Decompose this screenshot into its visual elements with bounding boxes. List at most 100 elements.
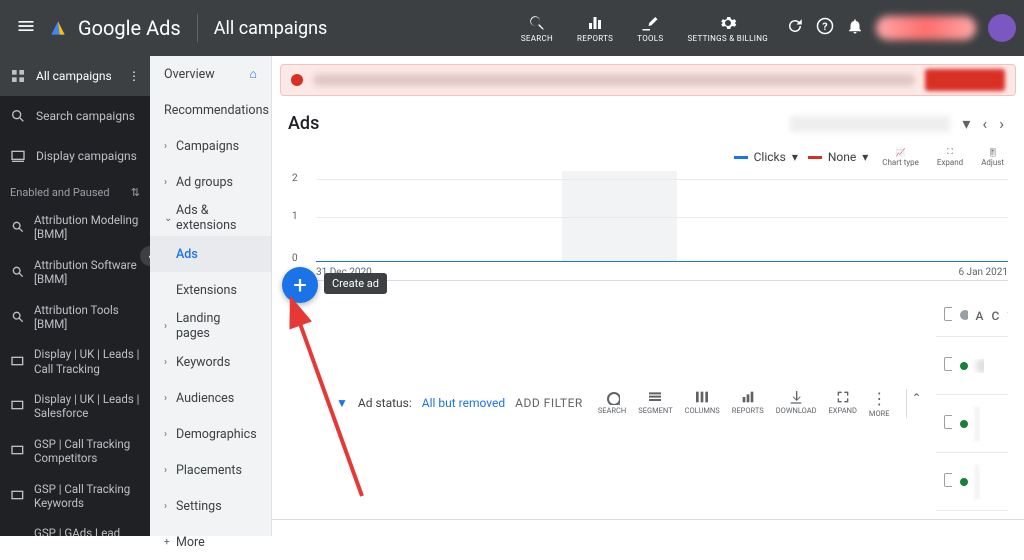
nav-overview[interactable]: Overview⌂ xyxy=(150,56,271,92)
create-ad-fab[interactable]: + xyxy=(282,267,318,303)
chevron-right-icon: › xyxy=(164,177,172,188)
filter-icon[interactable]: ▼ xyxy=(336,396,348,410)
nav-extensions[interactable]: Extensions xyxy=(150,272,271,308)
alert-action-button[interactable] xyxy=(925,69,1005,91)
nav-ads-extensions[interactable]: ⌄Ads & extensions xyxy=(150,200,271,236)
dropdown-icon[interactable]: ▾ xyxy=(958,110,974,137)
nav-recommendations[interactable]: Recommendations xyxy=(150,92,271,128)
filter-status-value[interactable]: All but removed xyxy=(422,396,505,410)
date-range-redacted[interactable] xyxy=(790,116,950,132)
nav-ads[interactable]: Ads xyxy=(150,236,271,272)
nav-demographics[interactable]: ›Demographics xyxy=(150,416,271,452)
table-columns[interactable]: Columns xyxy=(680,389,725,418)
table-more[interactable]: ⋮More xyxy=(864,389,895,418)
topbar-search[interactable]: Search xyxy=(511,8,563,49)
brand-text: Google Ads xyxy=(78,16,181,40)
metric-primary[interactable]: Clicks ▾ xyxy=(734,150,798,164)
metric-secondary[interactable]: None ▾ xyxy=(808,150,868,164)
fab-tooltip: Create ad xyxy=(324,273,387,294)
sidebar-display-campaigns[interactable]: Display campaigns xyxy=(0,136,150,176)
collapse-chart-icon[interactable]: ⌃ xyxy=(906,389,925,418)
table-segment[interactable]: Segment xyxy=(633,389,677,418)
help-icon[interactable]: ? xyxy=(816,17,834,39)
chevron-right-icon: › xyxy=(164,501,172,512)
table-row[interactable] xyxy=(936,337,1008,395)
col-campaign[interactable]: Campaign xyxy=(984,309,1000,323)
table-reports[interactable]: Reports xyxy=(727,389,769,418)
sort-icon[interactable]: ⇅ xyxy=(131,186,140,199)
alert-banner[interactable] xyxy=(280,64,1016,96)
campaign-item[interactable]: GSP | Call Tracking Competitors xyxy=(0,429,150,474)
sidebar-filter-section[interactable]: Enabled and Paused ⇅ xyxy=(0,176,150,205)
nav-adgroups[interactable]: ›Ad groups xyxy=(150,164,271,200)
campaign-item[interactable]: GSP | GAds Lead Forensics Company Tracki… xyxy=(0,518,150,536)
notifications-icon[interactable] xyxy=(846,17,864,39)
metric-color-swatch xyxy=(734,156,748,159)
alert-text-redacted xyxy=(313,74,915,86)
chevron-down-icon: ⌄ xyxy=(164,213,172,224)
ad-cell-redacted xyxy=(976,359,984,373)
sidebar-item-label: Search campaigns xyxy=(36,109,135,123)
next-icon[interactable]: › xyxy=(995,110,1008,137)
campaign-item[interactable]: GSP | Call Tracking Keywords xyxy=(0,474,150,519)
table-search[interactable]: Search xyxy=(593,389,631,418)
chart-line xyxy=(316,261,1008,263)
chart-type-button[interactable]: 📈Chart type xyxy=(878,148,923,167)
nav-placements[interactable]: ›Placements xyxy=(150,452,271,488)
chevron-down-icon: ▾ xyxy=(792,150,798,164)
table-header: Ad Campaign Ad group Status Ad type Impr… xyxy=(936,295,1008,337)
chart-expand-button[interactable]: ⛶Expand xyxy=(933,147,967,167)
topbar-reports[interactable]: Reports xyxy=(567,8,623,49)
context-title: All campaigns xyxy=(214,18,328,39)
row-checkbox[interactable] xyxy=(944,473,952,487)
campaign-item[interactable]: Display | UK | Leads | Call Tracking xyxy=(0,339,150,384)
hamburger-menu[interactable] xyxy=(8,8,44,48)
sidebar-item-label: Display campaigns xyxy=(36,149,137,163)
nav-campaigns[interactable]: ›Campaigns xyxy=(150,128,271,164)
status-enabled-icon xyxy=(960,420,968,428)
account-info-redacted xyxy=(876,16,976,40)
more-icon[interactable]: ⋮ xyxy=(128,69,140,83)
topbar-tools[interactable]: Tools xyxy=(627,8,673,49)
nav-audiences[interactable]: ›Audiences xyxy=(150,380,271,416)
avatar[interactable] xyxy=(988,14,1016,42)
nav-keywords[interactable]: ›Keywords xyxy=(150,344,271,380)
prev-icon[interactable]: ‹ xyxy=(978,110,991,137)
campaign-item[interactable]: Attribution Tools [BMM] xyxy=(0,295,150,340)
table-expand[interactable]: Expand xyxy=(824,389,862,418)
table-row[interactable] xyxy=(936,453,1008,511)
row-checkbox[interactable] xyxy=(944,357,952,371)
topbar-settings[interactable]: Settings & Billing xyxy=(677,8,778,49)
row-checkbox[interactable] xyxy=(944,415,952,429)
col-adgroup[interactable]: Ad group xyxy=(1000,302,1008,330)
chevron-right-icon: › xyxy=(164,429,172,440)
chevron-right-icon: › xyxy=(164,357,172,368)
sidebar-all-campaigns[interactable]: All campaigns ⋮ xyxy=(0,56,150,96)
refresh-icon[interactable] xyxy=(786,17,804,39)
svg-text:?: ? xyxy=(822,20,827,33)
campaign-item[interactable]: Attribution Software [BMM] xyxy=(0,250,150,295)
nav-settings[interactable]: ›Settings xyxy=(150,488,271,524)
divider xyxy=(197,14,198,42)
select-all-checkbox[interactable] xyxy=(944,307,952,321)
ad-cell-redacted xyxy=(968,464,984,500)
table-download[interactable]: Download xyxy=(771,389,822,418)
plus-icon: + xyxy=(164,537,172,548)
table-row[interactable] xyxy=(936,395,1008,453)
nav-more[interactable]: +More xyxy=(150,524,271,560)
sidebar-search-campaigns[interactable]: Search campaigns xyxy=(0,96,150,136)
logo[interactable]: Google Ads xyxy=(48,16,181,40)
status-filter-icon[interactable] xyxy=(960,310,968,320)
campaign-item[interactable]: Attribution Modeling [BMM] xyxy=(0,205,150,250)
chart: 2 1 0 31 Dec 2020 6 Jan 2021 xyxy=(288,171,1008,281)
nav-landing-pages[interactable]: ›Landing pages xyxy=(150,308,271,344)
metric-color-swatch xyxy=(808,156,822,159)
sidebar-item-label: All campaigns xyxy=(36,69,112,83)
campaign-item[interactable]: Display | UK | Leads | Salesforce xyxy=(0,384,150,429)
add-filter-button[interactable]: ADD FILTER xyxy=(515,396,583,410)
chevron-down-icon: ▾ xyxy=(862,150,868,164)
status-enabled-icon xyxy=(960,478,968,486)
col-ad[interactable]: Ad xyxy=(968,309,984,323)
chevron-right-icon: › xyxy=(164,141,172,152)
chart-adjust-button[interactable]: 🎚Adjust xyxy=(977,148,1008,167)
